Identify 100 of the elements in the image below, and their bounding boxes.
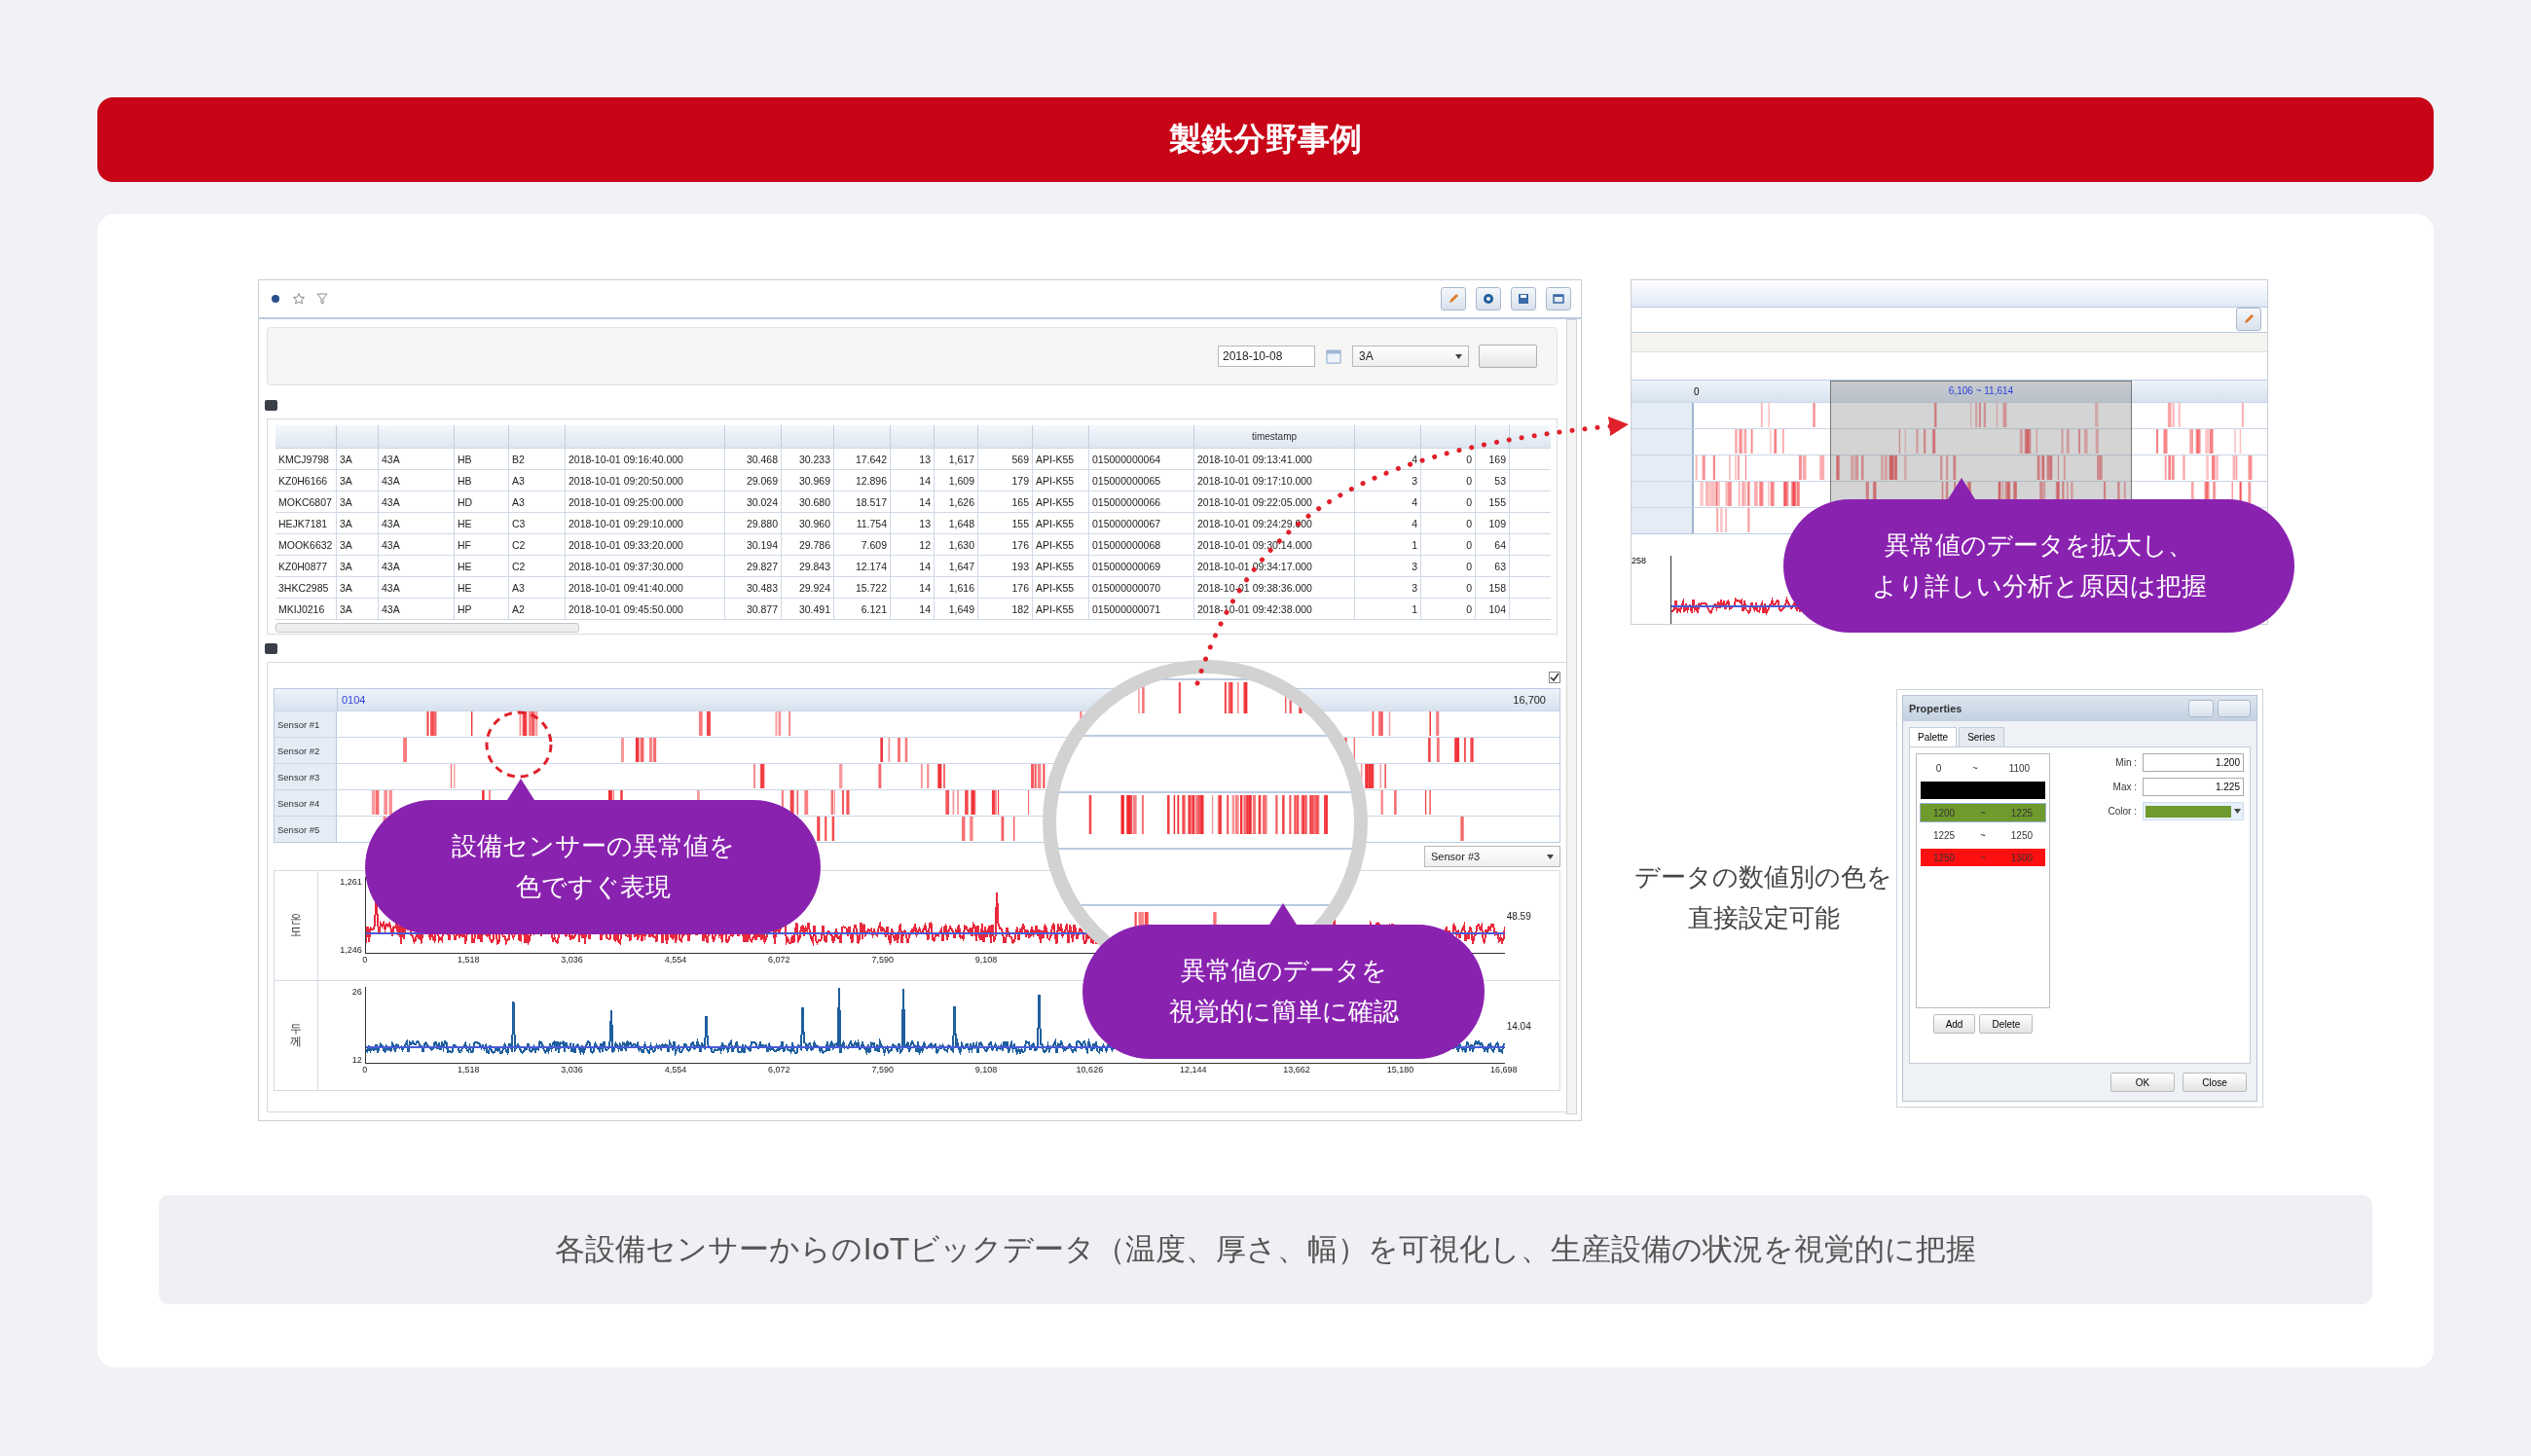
x-tick: 1,518: [456, 1065, 481, 1074]
table-cell: 1: [1355, 534, 1421, 556]
table-cell: 015000000071: [1089, 599, 1194, 620]
table-cell: 3A: [337, 449, 379, 470]
x-tick: 1,518: [456, 955, 481, 965]
table-cell: 3A: [337, 534, 379, 556]
callout-text: より詳しい分析と原因は把握: [1871, 569, 2207, 602]
sensor-label: Sensor #4: [275, 790, 337, 816]
column-header: timestamp: [1194, 425, 1355, 448]
table-cell: KMCJ9798: [275, 449, 337, 470]
table-cell: API-K55: [1033, 513, 1089, 534]
table-cell: 1: [1355, 599, 1421, 620]
y-tick: 12: [351, 1055, 362, 1065]
sensor-label: Sensor #2: [275, 738, 337, 763]
table-cell: KZ0H6166: [275, 470, 337, 491]
table-cell: 43A: [379, 534, 455, 556]
table-cell: 165: [978, 491, 1033, 513]
table-cell: 3A: [337, 513, 379, 534]
table-cell: A3: [509, 491, 566, 513]
table-cell: 64: [1476, 534, 1510, 556]
table-cell: KZ0H0877: [275, 556, 337, 577]
table-cell: 015000000066: [1089, 491, 1194, 513]
y-tick: 26: [351, 987, 362, 997]
table-cell: 4: [1355, 513, 1421, 534]
table-cell: 3HKC2985: [275, 577, 337, 599]
line-select[interactable]: 3A: [1352, 346, 1469, 367]
table-cell: 2018-10-01 09:16:40.000: [566, 449, 725, 470]
table-cell: 29.880: [725, 513, 782, 534]
table-cell: 2018-10-01 09:45:50.000: [566, 599, 725, 620]
table-cell: 3A: [337, 577, 379, 599]
dialog-button[interactable]: OK: [2110, 1073, 2175, 1092]
table-cell: 4: [1355, 449, 1421, 470]
table-cell: 1,648: [935, 513, 978, 534]
y-tick: 1,261: [340, 877, 362, 887]
table-cell: 43A: [379, 491, 455, 513]
table-cell: HB: [455, 470, 509, 491]
tab[interactable]: Series: [1959, 727, 2004, 746]
table-cell: 3A: [337, 470, 379, 491]
table-cell: 179: [978, 470, 1033, 491]
list-button[interactable]: Delete: [1979, 1014, 2034, 1034]
table-cell: 1,616: [935, 577, 978, 599]
date-field[interactable]: 2018-10-08: [1218, 346, 1315, 367]
table-cell: 2018-10-01 09:42:38.000: [1194, 599, 1355, 620]
min-field[interactable]: 1.200: [2143, 753, 2244, 772]
dialog-button[interactable]: Close: [2183, 1073, 2247, 1092]
table-cell: 0: [1421, 513, 1476, 534]
table-cell: HE: [455, 577, 509, 599]
x-tick: 9,108: [973, 955, 999, 965]
table-cell: 1,617: [935, 449, 978, 470]
table-cell: C2: [509, 556, 566, 577]
x-tick: 7,590: [870, 1065, 895, 1074]
table-cell: 12.174: [834, 556, 891, 577]
table-cell: API-K55: [1033, 556, 1089, 577]
caption-text: データの数値別の色を: [1634, 861, 1892, 894]
table-cell: 155: [1476, 491, 1510, 513]
table-cell: 43A: [379, 449, 455, 470]
field-label: Max :: [2111, 782, 2137, 792]
table-cell: 1,609: [935, 470, 978, 491]
table-cell: API-K55: [1033, 449, 1089, 470]
table-cell: API-K55: [1033, 599, 1089, 620]
axis-title: 두께: [289, 1022, 302, 1049]
table-cell: 29.786: [782, 534, 834, 556]
callout-text: 設備センサーの異常値を: [451, 830, 735, 863]
table-cell: 1,630: [935, 534, 978, 556]
table-cell: 30.233: [782, 449, 834, 470]
range-end: 16,700: [1513, 694, 1547, 706]
table-cell: 18.517: [834, 491, 891, 513]
max-field[interactable]: 1.225: [2143, 778, 2244, 796]
table-cell: 2018-10-01 09:25:00.000: [566, 491, 725, 513]
table-cell: 53: [1476, 470, 1510, 491]
table-cell: HB: [455, 449, 509, 470]
table-cell: 13: [891, 513, 935, 534]
sensor-select[interactable]: Sensor #3: [1424, 846, 1560, 867]
table-cell: 12.896: [834, 470, 891, 491]
table-cell: A3: [509, 470, 566, 491]
color-range[interactable]: 1200 ~ 1225: [1921, 804, 2045, 821]
table-cell: 0: [1421, 491, 1476, 513]
table-cell: API-K55: [1033, 491, 1089, 513]
callout-text: 異常値のデータを: [1180, 955, 1387, 988]
list-button[interactable]: Add: [1932, 1014, 1976, 1034]
table-cell: 29.843: [782, 556, 834, 577]
table-cell: 30.194: [725, 534, 782, 556]
range-start: 0104: [341, 694, 366, 706]
table-cell: 2018-10-01 09:17:10.000: [1194, 470, 1355, 491]
x-tick: 12,144: [1178, 1065, 1208, 1074]
table-cell: 30.024: [725, 491, 782, 513]
table-cell: 2018-10-01 09:33:20.000: [566, 534, 725, 556]
x-tick: 3,036: [560, 955, 584, 965]
table-cell: 1,649: [935, 599, 978, 620]
x-tick: 9,108: [973, 1065, 999, 1074]
table-cell: HE: [455, 513, 509, 534]
table-cell: 30.680: [782, 491, 834, 513]
dialog-title: Properties: [1909, 703, 1962, 714]
table-cell: 176: [978, 534, 1033, 556]
table-cell: 2018-10-01 09:13:41.000: [1194, 449, 1355, 470]
tab[interactable]: Palette: [1909, 727, 1958, 746]
table-cell: 63: [1476, 556, 1510, 577]
table-cell: 7.609: [834, 534, 891, 556]
table-cell: 12: [891, 534, 935, 556]
table-cell: HEJK7181: [275, 513, 337, 534]
